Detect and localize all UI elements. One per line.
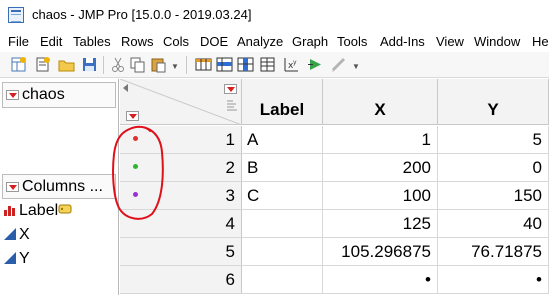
column-item-x[interactable]: X <box>4 226 30 246</box>
column-name: Y <box>19 250 30 267</box>
table-cell[interactable]: • <box>438 266 549 294</box>
table-cell[interactable]: A <box>242 126 323 154</box>
menu-doe[interactable]: DOE <box>200 34 228 49</box>
toolbar-separator <box>186 56 187 74</box>
row-number: 2 <box>225 158 235 177</box>
red-triangle-menu-icon[interactable] <box>224 84 237 94</box>
table-cell[interactable]: 40 <box>438 210 549 238</box>
title-bar: chaos - JMP Pro [15.0.0 - 2019.03.24] <box>0 0 549 30</box>
copy-icon[interactable] <box>129 56 146 73</box>
column-header-x[interactable]: X <box>323 79 438 125</box>
cut-icon[interactable] <box>110 56 127 73</box>
row-number: 5 <box>225 242 235 261</box>
table-panel-header[interactable]: chaos <box>2 82 116 108</box>
row-header[interactable]: 5 <box>120 238 242 266</box>
table-cell[interactable]: B <box>242 154 323 182</box>
chevron-down-icon[interactable]: ▼ <box>352 63 360 71</box>
menu-tools[interactable]: Tools <box>337 34 367 49</box>
table-cell[interactable]: 5 <box>438 126 549 154</box>
red-triangle-menu-icon[interactable] <box>126 111 139 121</box>
table-cell[interactable]: • <box>323 266 438 294</box>
row-marker-dot <box>133 164 138 169</box>
new-data-table-icon[interactable] <box>10 56 27 73</box>
table-cell[interactable]: 200 <box>323 154 438 182</box>
row-state-lines-icon <box>227 100 237 111</box>
row-number: 3 <box>225 186 235 205</box>
menu-rows[interactable]: Rows <box>121 34 154 49</box>
run-script-icon[interactable] <box>307 56 324 73</box>
table-cell[interactable]: 150 <box>438 182 549 210</box>
column-name: Label <box>19 202 59 219</box>
row-header[interactable]: 3 <box>120 182 242 210</box>
table-cell[interactable]: 0 <box>438 154 549 182</box>
left-panel: chaos Columns ... Label X Y <box>0 79 119 295</box>
menu-analyze[interactable]: Analyze <box>237 34 283 49</box>
toolbar-separator <box>103 56 104 74</box>
table-cell[interactable] <box>242 266 323 294</box>
data-grid-icon[interactable] <box>195 56 212 73</box>
menu-help[interactable]: He <box>532 34 549 49</box>
table-cell[interactable]: 1 <box>323 126 438 154</box>
row-header[interactable]: 6 <box>120 266 242 294</box>
menu-window[interactable]: Window <box>474 34 520 49</box>
row-number: 6 <box>225 270 235 289</box>
chevron-down-icon[interactable]: ▼ <box>171 63 179 71</box>
red-triangle-menu-icon[interactable] <box>6 182 19 192</box>
columns-panel-header[interactable]: Columns ... <box>2 174 116 199</box>
row-header[interactable]: 1 <box>120 126 242 154</box>
label-tag-icon <box>58 204 72 214</box>
table-cell[interactable] <box>242 238 323 266</box>
table-cell[interactable]: 76.71875 <box>438 238 549 266</box>
jmp-table-icon <box>8 7 24 23</box>
table-cell[interactable]: 105.296875 <box>323 238 438 266</box>
menu-cols[interactable]: Cols <box>163 34 189 49</box>
table-name: chaos <box>22 86 65 103</box>
red-triangle-menu-icon[interactable] <box>6 90 19 100</box>
column-header-label[interactable]: Label <box>242 79 323 125</box>
menu-tables[interactable]: Tables <box>73 34 111 49</box>
continuous-triangle-icon <box>4 252 16 264</box>
menu-edit[interactable]: Edit <box>40 34 62 49</box>
menu-view[interactable]: View <box>436 34 464 49</box>
table-cell[interactable]: 125 <box>323 210 438 238</box>
new-script-icon[interactable] <box>34 56 51 73</box>
column-name: X <box>19 226 30 243</box>
open-icon[interactable] <box>58 56 75 73</box>
select-columns-icon[interactable] <box>237 56 254 73</box>
svg-text:y: y <box>293 59 297 66</box>
column-info-icon[interactable] <box>259 56 276 73</box>
column-header-y[interactable]: Y <box>438 79 549 125</box>
row-number: 4 <box>225 214 235 233</box>
menu-add-ins[interactable]: Add-Ins <box>380 34 425 49</box>
row-header[interactable]: 2 <box>120 154 242 182</box>
column-item-label[interactable]: Label <box>4 202 72 222</box>
save-icon[interactable] <box>81 56 98 73</box>
menu-graph[interactable]: Graph <box>292 34 328 49</box>
data-grid: Label X Y 1 A 1 5 2 B 200 0 3 C 100 150 … <box>120 79 549 295</box>
nominal-bar-icon <box>4 206 15 216</box>
menu-file[interactable]: File <box>8 34 29 49</box>
table-cell[interactable]: C <box>242 182 323 210</box>
formula-icon[interactable]: xy <box>283 56 300 73</box>
select-rows-icon[interactable] <box>216 56 233 73</box>
row-header[interactable]: 4 <box>120 210 242 238</box>
table-cell[interactable]: 100 <box>323 182 438 210</box>
menu-bar: File Edit Tables Rows Cols DOE Analyze G… <box>0 30 549 52</box>
table-cell[interactable] <box>242 210 323 238</box>
row-marker-dot <box>133 192 138 197</box>
paste-icon[interactable] <box>150 56 167 73</box>
continuous-triangle-icon <box>4 228 16 240</box>
row-marker-dot <box>133 136 138 141</box>
column-item-y[interactable]: Y <box>4 250 30 270</box>
row-number: 1 <box>225 130 235 149</box>
window-title: chaos - JMP Pro [15.0.0 - 2019.03.24] <box>32 7 252 22</box>
grid-corner[interactable] <box>120 79 242 125</box>
edit-icon[interactable] <box>330 56 347 73</box>
toolbar: ▼ xy ▼ <box>0 52 549 78</box>
columns-panel-title: Columns ... <box>22 178 103 195</box>
